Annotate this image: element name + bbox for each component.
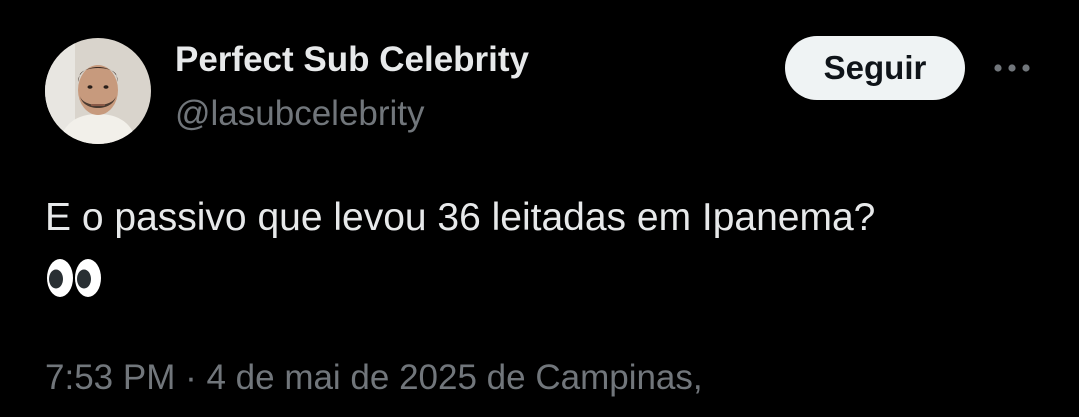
tweet-body: E o passivo que levou 36 leitadas em Ipa… [45,196,876,239]
more-horizontal-icon [994,64,1030,72]
user-avatar-icon [45,38,151,144]
author-handle[interactable]: @lasubcelebrity [175,94,425,134]
author-avatar[interactable] [45,38,151,144]
tweet-time[interactable]: 7:53 PM [45,358,175,397]
tweet-location: de Campinas, [476,358,703,397]
author-display-name[interactable]: Perfect Sub Celebrity [175,40,529,80]
tweet-date[interactable]: 4 de mai de 2025 [206,358,476,397]
tweet-card: Perfect Sub Celebrity @lasubcelebrity Se… [0,0,1079,417]
eyes-emoji-icon [45,257,103,299]
tweet-text: E o passivo que levou 36 leitadas em Ipa… [45,193,1035,312]
more-options-button[interactable] [990,52,1034,84]
meta-separator: · [175,358,207,397]
tweet-metadata: 7:53 PM · 4 de mai de 2025 de Campinas, [45,358,703,398]
follow-button[interactable]: Seguir [785,36,965,100]
